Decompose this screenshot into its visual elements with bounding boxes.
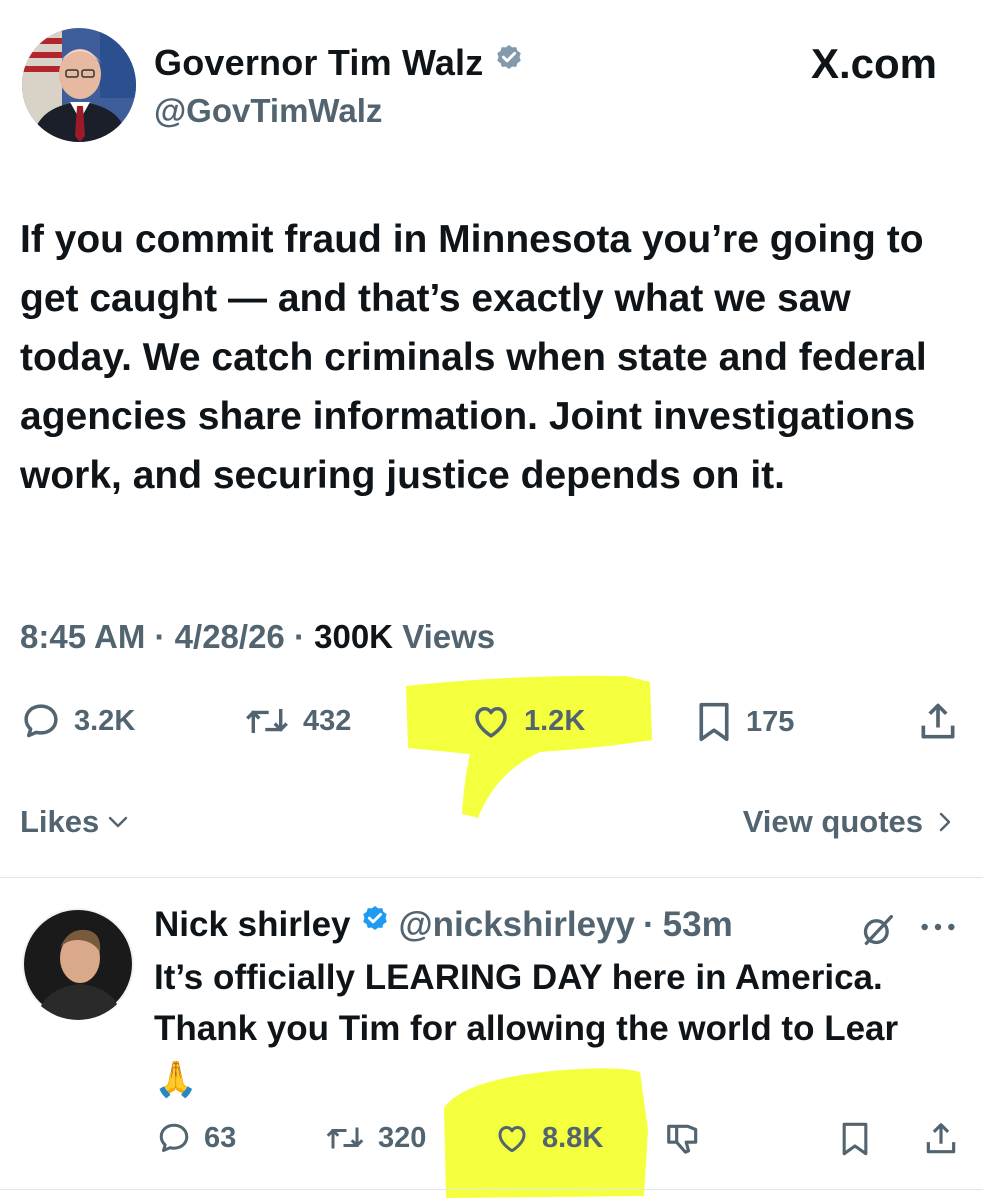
like-button[interactable]: 1.2K xyxy=(470,700,585,742)
share-icon xyxy=(921,703,955,739)
verified-badge-icon xyxy=(493,42,525,84)
reply-header: Nick shirley @nickshirleyy · 53m xyxy=(154,904,733,945)
highlighter-mark xyxy=(406,675,652,818)
reply-text-body: It’s officially LEARING DAY here in Amer… xyxy=(154,958,899,1048)
repost-button[interactable]: 432 xyxy=(243,700,351,742)
tweet-time[interactable]: 8:45 AM xyxy=(20,618,145,655)
reply-age[interactable]: 53m xyxy=(663,905,733,945)
reply-share-button[interactable] xyxy=(922,1120,960,1158)
more-options-icon[interactable] xyxy=(918,912,958,947)
likes-dropdown[interactable]: Likes xyxy=(20,804,129,840)
repost-count: 432 xyxy=(303,704,352,737)
view-quotes-link[interactable]: View quotes xyxy=(743,804,953,840)
reply-button[interactable]: 3.2K xyxy=(20,700,135,742)
section-divider xyxy=(0,877,983,878)
verified-badge-icon xyxy=(359,904,391,945)
meta-separator: · xyxy=(293,618,305,655)
repost-icon xyxy=(326,1127,364,1149)
dislike-button[interactable] xyxy=(664,1120,702,1158)
tweet-date[interactable]: 4/28/26 xyxy=(175,618,285,655)
views-count: 300K xyxy=(314,618,394,655)
tweet-text: If you commit fraud in Minnesota you’re … xyxy=(20,218,927,497)
likes-dropdown-label: Likes xyxy=(20,804,100,839)
author-name[interactable]: Governor Tim Walz xyxy=(154,42,525,84)
reply-icon xyxy=(159,1123,189,1152)
reply-icon xyxy=(24,704,58,738)
views-label: Views xyxy=(402,618,496,655)
share-button[interactable] xyxy=(916,700,960,744)
reply-like-button[interactable]: 8.8K xyxy=(494,1120,603,1156)
grok-icon[interactable] xyxy=(858,910,898,955)
heart-icon xyxy=(498,1126,526,1153)
author-name-text[interactable]: Governor Tim Walz xyxy=(154,42,483,84)
reply-author-name[interactable]: Nick shirley xyxy=(154,905,351,945)
reply-reply-count: 63 xyxy=(204,1121,237,1154)
like-count: 1.2K xyxy=(524,704,586,737)
view-quotes-label: View quotes xyxy=(742,804,923,839)
reply-like-count: 8.8K xyxy=(542,1121,604,1154)
reply-avatar[interactable] xyxy=(22,908,134,1020)
share-icon xyxy=(926,1123,956,1154)
bookmark-icon xyxy=(842,1122,868,1156)
author-handle[interactable]: @GovTimWalz xyxy=(154,92,382,130)
meta-separator: · xyxy=(642,904,655,944)
heart-icon xyxy=(475,707,507,738)
reply-reply-button[interactable]: 63 xyxy=(156,1120,236,1156)
reply-author-handle[interactable]: @nickshirleyy xyxy=(399,905,635,945)
reply-count: 3.2K xyxy=(74,704,136,737)
site-label: X.com xyxy=(810,40,937,87)
reply-bookmark-button[interactable] xyxy=(838,1120,872,1158)
repost-icon xyxy=(246,709,288,733)
section-divider xyxy=(0,1189,983,1190)
bookmark-count: 175 xyxy=(746,705,795,738)
thumbs-down-icon xyxy=(667,1124,698,1154)
meta-separator: · xyxy=(154,618,166,655)
tweet-meta: 8:45 AM · 4/28/26 · 300K Views xyxy=(20,618,495,656)
reply-repost-count: 320 xyxy=(378,1121,427,1154)
avatar[interactable] xyxy=(22,28,136,142)
bookmark-icon xyxy=(699,702,729,742)
chevron-right-icon xyxy=(939,812,951,832)
reply-repost-button[interactable]: 320 xyxy=(324,1120,426,1156)
bookmark-button[interactable]: 175 xyxy=(694,700,794,744)
chevron-down-icon xyxy=(109,816,128,828)
folded-hands-emoji: 🙏 xyxy=(154,1060,198,1099)
